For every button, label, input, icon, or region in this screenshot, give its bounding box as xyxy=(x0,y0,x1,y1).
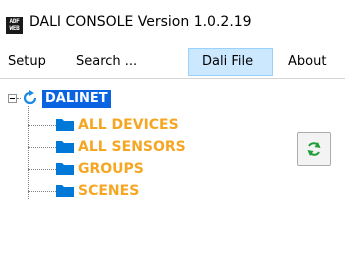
tree-item-label: SCENES xyxy=(78,183,140,199)
folder-icon xyxy=(56,119,74,131)
title-bar: ADF WEB DALI CONSOLE Version 1.0.2.19 xyxy=(0,0,345,44)
menu-dali-file[interactable]: Dali File xyxy=(188,48,273,76)
refresh-icon xyxy=(307,142,321,156)
refresh-icon xyxy=(23,90,37,105)
tree-item-label: ALL DEVICES xyxy=(78,117,179,133)
tree-connector xyxy=(28,169,56,170)
tree-item-groups[interactable]: GROUPS xyxy=(56,159,316,179)
menu-bar: Setup Search ... Dali File About xyxy=(0,48,345,76)
collapse-toggle-icon[interactable] xyxy=(8,94,17,103)
tree-connector xyxy=(28,191,56,192)
app-window: ADF WEB DALI CONSOLE Version 1.0.2.19 Se… xyxy=(0,0,345,271)
tree-item-scenes[interactable]: SCENES xyxy=(56,181,316,201)
tree-connector xyxy=(17,98,21,99)
tree-item-all-sensors[interactable]: ALL SENSORS xyxy=(56,137,316,157)
menu-divider xyxy=(0,78,345,79)
tree-item-label: ALL SENSORS xyxy=(78,139,186,155)
folder-icon xyxy=(56,163,74,175)
tree-connector xyxy=(28,147,56,148)
app-logo-icon: ADF WEB xyxy=(6,17,23,34)
folder-icon xyxy=(56,185,74,197)
menu-search[interactable]: Search ... xyxy=(63,48,187,76)
menu-setup[interactable]: Setup xyxy=(0,48,63,76)
tree-connector xyxy=(28,106,29,199)
tree-connector xyxy=(28,125,56,126)
menu-about[interactable]: About xyxy=(280,48,345,76)
tree-item-all-devices[interactable]: ALL DEVICES xyxy=(56,115,316,135)
window-title: DALI CONSOLE Version 1.0.2.19 xyxy=(29,14,252,30)
tree-item-label: GROUPS xyxy=(78,161,144,177)
refresh-button[interactable] xyxy=(297,132,331,166)
tree-root-dalinet[interactable]: DALINET xyxy=(42,90,111,108)
folder-icon xyxy=(56,141,74,153)
network-tree: DALINET ALL DEVICES ALL SENSORS GROUPS S… xyxy=(0,84,290,271)
